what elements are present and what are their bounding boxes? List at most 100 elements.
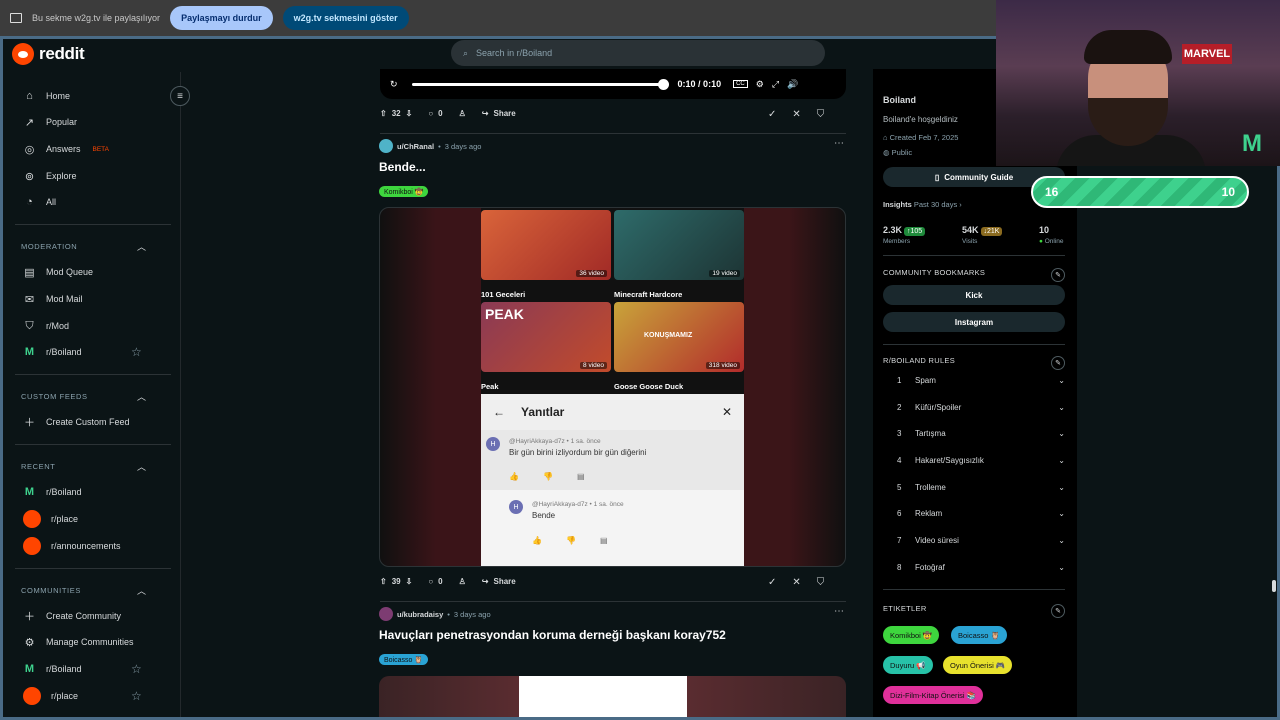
star-icon[interactable]: ☆ bbox=[131, 689, 142, 703]
page-scrollbar[interactable] bbox=[1271, 72, 1277, 717]
captions-icon[interactable]: CC bbox=[733, 80, 748, 88]
fullscreen-icon[interactable]: ⤢ bbox=[772, 79, 779, 90]
sidebar-item-home[interactable]: ⌂ Home bbox=[23, 86, 70, 106]
post-media-image[interactable] bbox=[379, 676, 846, 717]
author-name[interactable]: u/kubradaisy bbox=[397, 610, 443, 619]
edit-pencil-icon[interactable]: ✎ bbox=[1051, 268, 1065, 282]
award-button[interactable]: ♙ bbox=[459, 577, 466, 586]
rule-item[interactable]: 4 Hakaret/Saygısızlık ⌄ bbox=[897, 456, 1065, 465]
tag-chip[interactable]: Boicasso 🦉 bbox=[951, 626, 1007, 644]
recent-item-boiland[interactable]: Mr/Boiland bbox=[23, 482, 82, 502]
post-author[interactable]: u/ChRanal • 3 days ago bbox=[379, 139, 481, 153]
comment-user: @HayriAkkaya-d7z • 1 sa. önce bbox=[532, 501, 624, 508]
scrollbar-thumb[interactable] bbox=[1272, 580, 1276, 592]
plus-icon: ＋ bbox=[24, 417, 35, 429]
stop-sharing-button[interactable]: Paylaşmayı durdur bbox=[170, 6, 273, 30]
show-tab-button[interactable]: w2g.tv sekmesini göster bbox=[282, 6, 409, 30]
insights-range-link[interactable]: Past 30 days › bbox=[914, 200, 962, 209]
sidebar-item-all[interactable]: ◔ All bbox=[23, 192, 56, 212]
sidebar-item-label: r/Boiland bbox=[46, 664, 82, 674]
members-stat: 2.3K ↑105 Members bbox=[883, 220, 926, 245]
reddit-logo[interactable]: reddit bbox=[12, 43, 85, 65]
mod-actions: ✓ ✕ ⛉ bbox=[768, 577, 824, 588]
rule-item[interactable]: 6 Reklam ⌄ bbox=[897, 509, 1065, 518]
post-title[interactable]: Havuçları penetrasyondan koruma derneği … bbox=[379, 628, 726, 642]
sidebar-item-popular[interactable]: ↗ Popular bbox=[23, 112, 77, 132]
share-button[interactable]: ↪ Share bbox=[482, 577, 516, 586]
settings-icon[interactable]: ⚙ bbox=[756, 79, 764, 90]
bookmark-instagram-button[interactable]: Instagram bbox=[883, 312, 1065, 332]
remove-icon[interactable]: ✕ bbox=[792, 577, 800, 588]
star-icon[interactable]: ☆ bbox=[131, 345, 142, 359]
post-flair[interactable]: Boicasso 🦉 bbox=[379, 654, 429, 665]
recent-item-announcements[interactable]: r/announcements bbox=[23, 536, 121, 556]
post-divider bbox=[380, 601, 846, 602]
rule-item[interactable]: 5 Trolleme ⌄ bbox=[897, 483, 1065, 492]
approve-icon[interactable]: ✓ bbox=[768, 109, 776, 120]
manage-communities-button[interactable]: ⚙ Manage Communities bbox=[23, 632, 134, 652]
star-icon[interactable]: ☆ bbox=[131, 662, 142, 676]
thumbnail-peak: PEAK 8 video bbox=[481, 302, 611, 372]
create-community-button[interactable]: ＋ Create Community bbox=[23, 606, 121, 626]
replies-sheet: ← Yanıtlar ✕ H @HayriAkkaya-d7z • 1 sa. … bbox=[481, 394, 744, 566]
sidebar-item-r-mod[interactable]: ⛉ r/Mod bbox=[23, 316, 69, 336]
edit-pencil-icon[interactable]: ✎ bbox=[1051, 604, 1065, 618]
upvote-icon[interactable]: ⇧ bbox=[380, 109, 387, 118]
author-name[interactable]: u/ChRanal bbox=[397, 142, 434, 151]
comments-button[interactable]: ○ 0 bbox=[428, 577, 442, 586]
mod-actions: ✓ ✕ ⛉ bbox=[768, 109, 824, 120]
rule-item[interactable]: 1 Spam ⌄ bbox=[897, 376, 1065, 385]
post-actions: ⇧ 32 ⇩ ○ 0 ♙ ↪ Share bbox=[380, 109, 516, 118]
award-icon: ♙ bbox=[458, 577, 466, 586]
sidebar-item-explore[interactable]: ⊚ Explore bbox=[23, 166, 77, 186]
award-button[interactable]: ♙ bbox=[459, 109, 466, 118]
chevron-up-icon[interactable]: ︿ bbox=[137, 240, 146, 253]
tag-chip[interactable]: Oyun Önerisi 🎮 bbox=[943, 656, 1013, 674]
community-item-place[interactable]: r/place bbox=[23, 686, 78, 706]
volume-icon[interactable]: 🔊 bbox=[787, 79, 798, 90]
upvote-icon[interactable]: ⇧ bbox=[380, 577, 387, 586]
share-screen-icon bbox=[10, 13, 22, 23]
edit-pencil-icon[interactable]: ✎ bbox=[1051, 356, 1065, 370]
sidebar-item-label: r/place bbox=[51, 514, 79, 524]
recent-item-place[interactable]: r/place bbox=[23, 509, 78, 529]
shield-icon[interactable]: ⛉ bbox=[817, 109, 825, 120]
tag-chip[interactable]: Duyuru 📢 bbox=[883, 656, 933, 674]
more-options-icon[interactable]: ⋯ bbox=[834, 138, 844, 149]
tag-chip[interactable]: Komikboi 🤠 bbox=[883, 626, 940, 644]
phone-screenshot: 36 video 101 Geceleri 19 video Minecraft… bbox=[481, 208, 744, 566]
chevron-up-icon[interactable]: ︿ bbox=[137, 390, 146, 403]
video-progress-bar[interactable] bbox=[411, 78, 669, 90]
comments-button[interactable]: ○ 0 bbox=[428, 109, 442, 118]
post-author[interactable]: u/kubradaisy • 3 days ago bbox=[379, 607, 491, 621]
chevron-up-icon[interactable]: ︿ bbox=[137, 584, 146, 597]
create-custom-feed-button[interactable]: ＋ Create Custom Feed bbox=[23, 412, 130, 432]
bookmark-kick-button[interactable]: Kick bbox=[883, 285, 1065, 305]
thumbnail-caption: Goose Goose Duck bbox=[614, 382, 684, 391]
post-media-image[interactable]: 36 video 101 Geceleri 19 video Minecraft… bbox=[379, 207, 846, 567]
sidebar-item-mod-mail[interactable]: ✉ Mod Mail bbox=[23, 289, 83, 309]
downvote-icon[interactable]: ⇩ bbox=[406, 109, 413, 118]
downvote-icon[interactable]: ⇩ bbox=[406, 577, 413, 586]
sidebar-item-answers[interactable]: ◎ Answers BETA bbox=[23, 139, 109, 159]
post-title[interactable]: Bende... bbox=[379, 160, 426, 174]
sidebar-item-boiland[interactable]: Mr/Boiland bbox=[23, 342, 82, 362]
replay-icon[interactable]: ↻ bbox=[390, 79, 398, 90]
remove-icon[interactable]: ✕ bbox=[792, 109, 800, 120]
approve-icon[interactable]: ✓ bbox=[768, 577, 776, 588]
community-item-boiland[interactable]: Mr/Boiland bbox=[23, 659, 82, 679]
more-options-icon[interactable]: ⋯ bbox=[834, 606, 844, 617]
rule-item[interactable]: 8 Fotoğraf ⌄ bbox=[897, 563, 1065, 572]
share-button[interactable]: ↪ Share bbox=[482, 109, 516, 118]
search-input[interactable]: ⌕ Search in r/Boiland bbox=[451, 40, 825, 66]
post-flair[interactable]: Komikboi 🤠 bbox=[379, 186, 429, 197]
rule-item[interactable]: 2 Küfür/Spoiler ⌄ bbox=[897, 403, 1065, 412]
tag-chip[interactable]: Dizi-Film-Kitap Önerisi 📚 bbox=[883, 686, 984, 704]
rule-item[interactable]: 3 Tartışma ⌄ bbox=[897, 429, 1065, 438]
collapse-sidebar-button[interactable]: ≡ bbox=[170, 86, 190, 106]
chevron-up-icon[interactable]: ︿ bbox=[137, 460, 146, 473]
sidebar-item-mod-queue[interactable]: ▤ Mod Queue bbox=[23, 262, 93, 282]
rules-title: R/BOILAND RULES bbox=[883, 356, 956, 365]
rule-item[interactable]: 7 Video süresi ⌄ bbox=[897, 536, 1065, 545]
shield-icon[interactable]: ⛉ bbox=[817, 577, 825, 588]
